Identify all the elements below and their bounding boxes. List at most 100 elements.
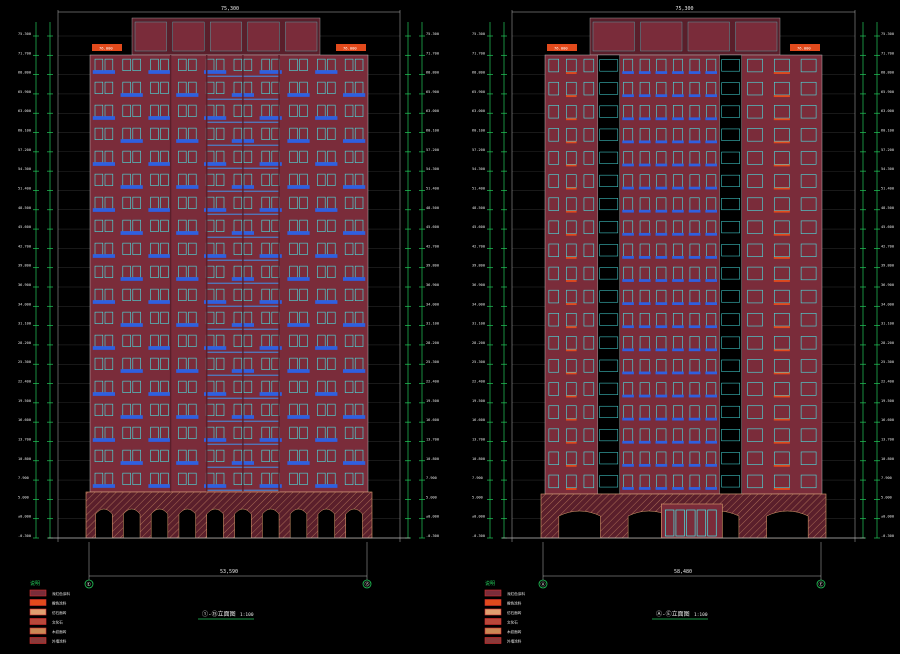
elevation-label: 71.700 <box>426 51 439 55</box>
balcony <box>655 279 668 282</box>
elevation-label: 28.200 <box>881 341 894 345</box>
balcony <box>638 71 651 74</box>
roof-plate-label: 76.000 <box>99 46 113 51</box>
balcony <box>638 140 651 144</box>
balcony <box>655 371 668 375</box>
window-sill <box>773 118 790 121</box>
main-entrance <box>661 503 723 539</box>
balcony <box>688 279 701 282</box>
balcony <box>148 116 171 120</box>
elevation-label: 22.400 <box>881 380 894 384</box>
elevation-label: 7.900 <box>18 476 29 480</box>
roof-crown-panel <box>134 21 167 52</box>
elevation-label: 68.800 <box>426 71 439 75</box>
elevation-label: 19.500 <box>472 399 485 403</box>
elevation-label: 36.900 <box>881 283 894 287</box>
elevation-label: 16.600 <box>881 418 894 422</box>
balcony <box>638 256 651 259</box>
balcony <box>315 70 338 74</box>
legend-label: 深红色涂料 <box>52 591 70 596</box>
elevation-label: 60.100 <box>472 129 485 133</box>
elevation-label: 54.300 <box>881 167 894 171</box>
podium-arch <box>95 508 113 538</box>
balcony <box>287 415 310 419</box>
balcony <box>688 117 701 121</box>
balcony <box>655 71 668 74</box>
balcony <box>655 117 668 121</box>
balcony <box>287 461 310 465</box>
elevation-label: 45.600 <box>18 225 31 229</box>
balcony <box>688 94 701 98</box>
elevation-label: 16.600 <box>472 418 485 422</box>
bottom-dimension-text: 53,590 <box>220 569 238 575</box>
elevation-label: 34.000 <box>426 302 439 306</box>
balcony <box>315 208 338 212</box>
podium-arch <box>123 508 141 538</box>
balcony <box>655 487 668 490</box>
window-sill <box>773 418 790 421</box>
balcony <box>688 209 701 213</box>
balcony <box>655 232 668 236</box>
balcony <box>705 371 718 375</box>
balcony <box>688 394 701 398</box>
balcony <box>638 279 651 282</box>
roof-plate-label: 76.000 <box>343 46 357 51</box>
balcony <box>315 254 338 258</box>
elevation-label: ±0.000 <box>426 515 439 519</box>
window-sill <box>566 464 577 467</box>
legend-label: 木纹面砖 <box>52 629 67 634</box>
balcony <box>92 116 116 120</box>
window-sill <box>773 141 790 144</box>
podium-arch <box>262 508 280 538</box>
roof-crown-panel <box>735 21 778 52</box>
balcony <box>92 392 116 396</box>
elevation-label: -0.300 <box>426 534 439 538</box>
window-sill <box>773 256 790 259</box>
legend-label: 外墙涂料 <box>52 639 67 644</box>
window-sill <box>566 164 577 167</box>
cad-elevation-drawing: 75,300 75.300 75.300 71.700 71.700 68.800 68.8… <box>0 0 900 654</box>
balcony <box>92 438 116 442</box>
window-sill <box>773 164 790 167</box>
elevation-label: 71.700 <box>472 51 485 55</box>
balcony <box>672 94 684 98</box>
balcony <box>655 394 668 398</box>
elevation-label: 60.100 <box>426 129 439 133</box>
balcony <box>672 209 684 213</box>
elevation-label: 71.700 <box>881 51 894 55</box>
elevation-label: 48.500 <box>18 206 31 210</box>
elevation-label: 48.500 <box>881 206 894 210</box>
balcony <box>705 417 718 421</box>
elevation-label: 63.000 <box>472 109 485 113</box>
balcony <box>638 440 651 444</box>
balcony <box>622 279 634 282</box>
balcony <box>688 186 701 190</box>
elevation-label: 39.800 <box>426 264 439 268</box>
legend-heading: 说明 <box>30 580 40 587</box>
legend-swatch <box>484 599 502 606</box>
balcony <box>622 256 634 259</box>
window-sill <box>566 349 577 352</box>
axis-label: ① <box>87 582 92 588</box>
balcony <box>176 461 199 465</box>
roof-crown-panel <box>247 21 280 52</box>
light-well <box>597 54 620 495</box>
legend-label: 深红色涂料 <box>507 591 525 596</box>
podium-arch <box>345 508 363 538</box>
balcony <box>655 209 668 213</box>
balcony <box>705 463 718 467</box>
balcony <box>148 484 171 488</box>
balcony <box>92 208 116 212</box>
balcony <box>688 71 701 74</box>
balcony <box>688 487 701 490</box>
window-sill <box>566 95 577 98</box>
balcony <box>120 231 143 235</box>
balcony <box>92 300 116 304</box>
window-sill <box>566 487 577 490</box>
podium-arch <box>206 508 224 538</box>
balcony <box>287 277 310 281</box>
balcony <box>655 302 668 305</box>
legend-swatch <box>484 637 502 644</box>
facade-body <box>544 54 823 495</box>
window-sill <box>566 141 577 144</box>
